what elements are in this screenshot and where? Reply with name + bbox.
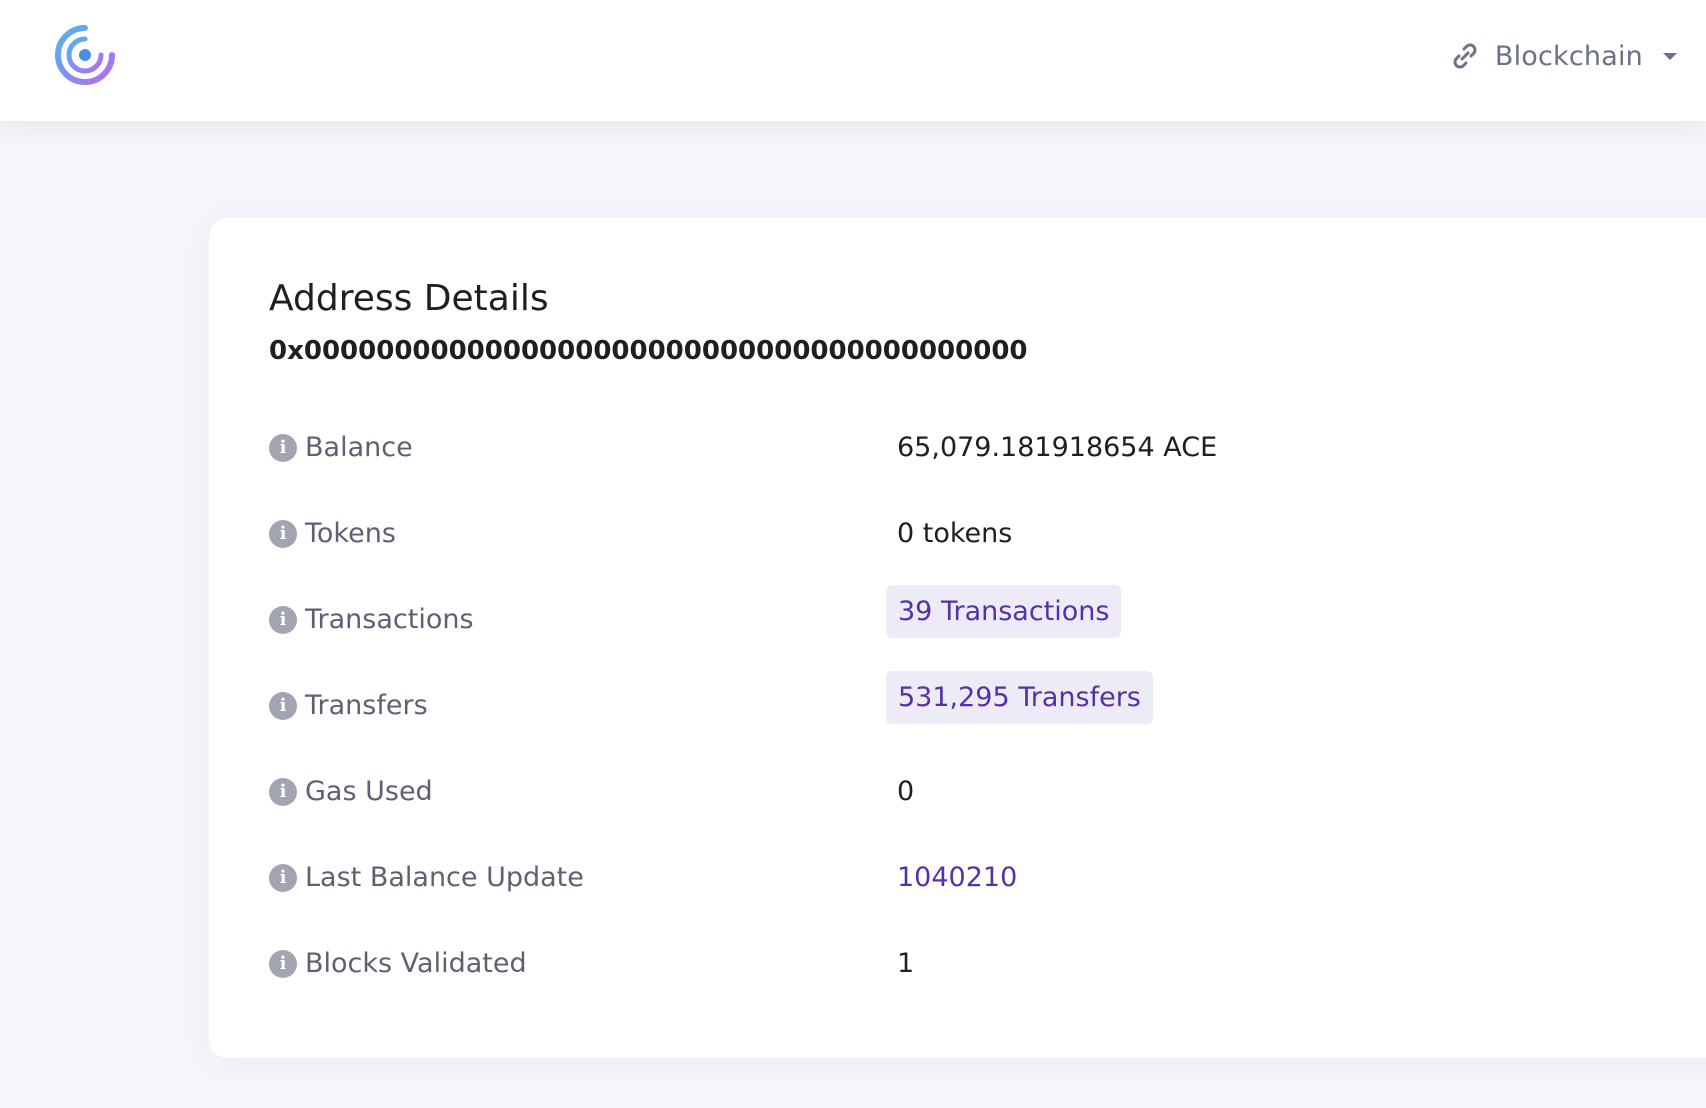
gas-used-label: Gas Used <box>305 776 433 807</box>
address-hash: 0x00000000000000000000000000000000000000… <box>269 336 1028 366</box>
gas-used-value: 0 <box>897 776 915 807</box>
link-icon <box>1449 40 1481 72</box>
transactions-link-button[interactable]: 39 Transactions <box>886 585 1122 638</box>
detail-row-blocks-validated: i Blocks Validated 1 <box>269 922 1569 1008</box>
explorer-logo-icon[interactable] <box>52 22 118 88</box>
last-balance-update-label: Last Balance Update <box>305 862 584 893</box>
last-balance-update-block-link[interactable]: 1040210 <box>897 862 1017 893</box>
info-icon[interactable]: i <box>269 691 297 720</box>
info-icon[interactable]: i <box>269 433 297 462</box>
detail-row-transfers: i Transfers 531,295 Transfers <box>269 664 1569 750</box>
page-title: Address Details <box>269 278 549 319</box>
info-icon[interactable]: i <box>269 777 297 806</box>
detail-row-tokens: i Tokens 0 tokens <box>269 492 1569 578</box>
details-list: i Balance 65,079.181918654 ACE i Tokens … <box>269 406 1569 1008</box>
balance-value: 65,079.181918654 ACE <box>897 432 1218 463</box>
tokens-value: 0 tokens <box>897 518 1013 549</box>
detail-row-gas-used: i Gas Used 0 <box>269 750 1569 836</box>
blocks-validated-value: 1 <box>897 948 915 979</box>
address-details-card: Address Details 0x0000000000000000000000… <box>209 218 1706 1058</box>
blocks-validated-label: Blocks Validated <box>305 948 527 979</box>
network-label: Blockchain <box>1494 40 1643 72</box>
detail-row-balance: i Balance 65,079.181918654 ACE <box>269 406 1569 492</box>
tokens-label: Tokens <box>305 518 396 549</box>
detail-row-last-balance-update: i Last Balance Update 1040210 <box>269 836 1569 922</box>
balance-label: Balance <box>305 432 413 463</box>
info-icon[interactable]: i <box>269 949 297 978</box>
top-navigation-bar: Blockchain <box>0 0 1706 121</box>
info-icon[interactable]: i <box>269 519 297 548</box>
transfers-label: Transfers <box>305 690 428 721</box>
info-icon[interactable]: i <box>269 605 297 634</box>
info-icon[interactable]: i <box>269 863 297 892</box>
caret-down-icon <box>1663 52 1677 60</box>
network-dropdown[interactable]: Blockchain <box>1449 36 1677 76</box>
transfers-link-button[interactable]: 531,295 Transfers <box>886 671 1153 724</box>
detail-row-transactions: i Transactions 39 Transactions <box>269 578 1569 664</box>
transactions-label: Transactions <box>305 604 474 635</box>
